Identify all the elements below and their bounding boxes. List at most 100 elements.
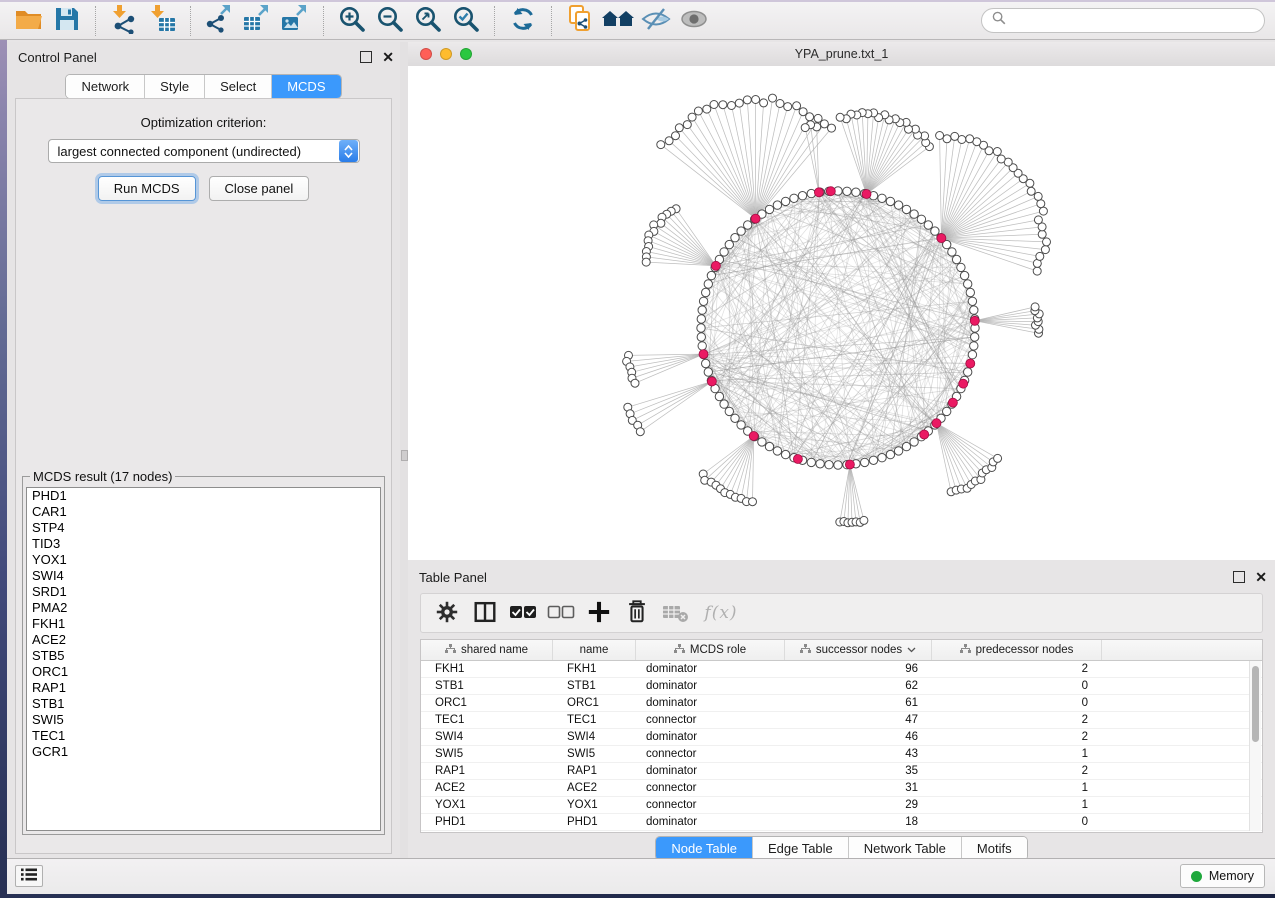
column-header[interactable]: name [553,640,636,660]
tab-node-table[interactable]: Node Table [656,837,752,860]
column-header[interactable]: MCDS role [636,640,785,660]
table-row[interactable]: SWI4 SWI4 dominator 46 2 [421,729,1262,746]
tab-motifs[interactable]: Motifs [961,837,1027,860]
zoom-fit-button[interactable] [409,5,447,37]
tab-network[interactable]: Network [66,75,144,98]
scrollbar-thumb[interactable] [1252,666,1259,742]
close-panel-icon[interactable]: ✕ [1255,572,1267,582]
import-network-button[interactable] [105,5,143,37]
table-settings-button[interactable] [431,597,463,629]
cell-mcds-role: connector [636,714,785,726]
table-scrollbar[interactable] [1249,661,1261,831]
mcds-result-item[interactable]: RAP1 [27,680,380,696]
mcds-result-item[interactable]: SRD1 [27,584,380,600]
show-all-button[interactable] [675,5,713,37]
task-history-button[interactable] [15,865,43,887]
table-row[interactable]: ACE2 ACE2 connector 31 1 [421,780,1262,797]
close-panel-button[interactable]: Close panel [209,176,310,201]
control-panel-tabs: NetworkStyleSelectMCDS [65,74,341,99]
minimize-window-icon[interactable] [440,48,452,60]
network-window-titlebar: YPA_prune.txt_1 [408,42,1275,67]
toolbar-separator [95,6,96,36]
mcds-result-item[interactable]: SWI5 [27,712,380,728]
memory-button[interactable]: Memory [1180,864,1265,888]
maximize-window-icon[interactable] [460,48,472,60]
float-panel-icon[interactable] [1233,571,1245,583]
column-header[interactable]: predecessor nodes [932,640,1102,660]
table-row[interactable]: YOX1 YOX1 connector 29 1 [421,797,1262,814]
delete-table-button[interactable] [659,597,691,629]
mcds-result-item[interactable]: FKH1 [27,616,380,632]
first-neighbors-button[interactable] [599,5,637,37]
mcds-result-item[interactable]: CAR1 [27,504,380,520]
run-mcds-button[interactable]: Run MCDS [98,176,196,201]
search-input[interactable] [1012,12,1254,29]
cell-successor-nodes: 43 [785,748,932,760]
mcds-result-item[interactable]: ORC1 [27,664,380,680]
open-file-button[interactable] [10,5,48,37]
tab-network-table[interactable]: Network Table [848,837,961,860]
export-image-button[interactable] [276,5,314,37]
column-header[interactable]: successor nodes [785,640,932,660]
mcds-result-item[interactable]: TID3 [27,536,380,552]
cell-name: ACE2 [553,782,636,794]
table-row[interactable]: PHD1 PHD1 dominator 18 0 [421,814,1262,831]
close-window-icon[interactable] [420,48,432,60]
zoom-selected-button[interactable] [447,5,485,37]
export-table-button[interactable] [238,5,276,37]
panel-splitter[interactable] [400,42,408,858]
mcds-result-item[interactable]: ACE2 [27,632,380,648]
mcds-result-item[interactable]: SWI4 [27,568,380,584]
create-column-button[interactable] [583,597,615,629]
table-panel-title: Table Panel [408,570,487,585]
table-row[interactable]: TEC1 TEC1 connector 47 2 [421,712,1262,729]
export-table-icon [242,4,272,37]
optimization-criterion-label: Optimization criterion: [16,115,391,130]
deselect-all-button[interactable] [545,597,577,629]
mcds-result-item[interactable]: STP4 [27,520,380,536]
column-type-icon [960,644,971,657]
cell-name: FKH1 [553,663,636,675]
show-column-button[interactable] [469,597,501,629]
float-panel-icon[interactable] [360,51,372,63]
save-button[interactable] [48,5,86,37]
tab-mcds[interactable]: MCDS [271,75,340,98]
refresh-view-button[interactable] [504,5,542,37]
import-table-button[interactable] [143,5,181,37]
mcds-result-item[interactable]: YOX1 [27,552,380,568]
hide-selected-button[interactable] [637,5,675,37]
export-network-button[interactable] [200,5,238,37]
splitter-grip[interactable] [401,450,408,461]
first-neighbors-icon [601,5,635,36]
table-row[interactable]: STB1 STB1 dominator 62 0 [421,678,1262,695]
select-all-button[interactable] [507,597,539,629]
network-view-canvas[interactable] [408,66,1275,560]
table-row[interactable]: RAP1 RAP1 dominator 35 2 [421,763,1262,780]
tab-select[interactable]: Select [204,75,271,98]
table-header-row: shared name name MCDS role successor nod… [421,640,1262,661]
mcds-result-item[interactable]: GCR1 [27,744,380,760]
table-row[interactable]: ORC1 ORC1 dominator 61 0 [421,695,1262,712]
close-panel-icon[interactable]: ✕ [382,52,394,62]
status-bar: Memory [7,858,1275,894]
mcds-result-item[interactable]: STB5 [27,648,380,664]
tab-style[interactable]: Style [144,75,204,98]
cell-name: RAP1 [553,765,636,777]
mcds-result-item[interactable]: PMA2 [27,600,380,616]
column-header[interactable]: shared name [421,640,553,660]
tab-edge-table[interactable]: Edge Table [752,837,848,860]
zoom-in-button[interactable] [333,5,371,37]
function-builder-button[interactable]: f(x) [697,597,745,629]
table-row[interactable]: FKH1 FKH1 dominator 96 2 [421,661,1262,678]
mcds-result-item[interactable]: PHD1 [27,488,380,504]
table-row[interactable]: SWI5 SWI5 connector 43 1 [421,746,1262,763]
mcds-result-item[interactable]: STB1 [27,696,380,712]
optimization-criterion-select[interactable]: largest connected component (undirected) [48,139,360,163]
delete-column-button[interactable] [621,597,653,629]
save-icon [53,5,81,36]
duplicate-network-button[interactable] [561,5,599,37]
mcds-result-item[interactable]: TEC1 [27,728,380,744]
open-file-icon [14,5,44,36]
zoom-out-button[interactable] [371,5,409,37]
cell-predecessor-nodes: 2 [932,714,1102,726]
